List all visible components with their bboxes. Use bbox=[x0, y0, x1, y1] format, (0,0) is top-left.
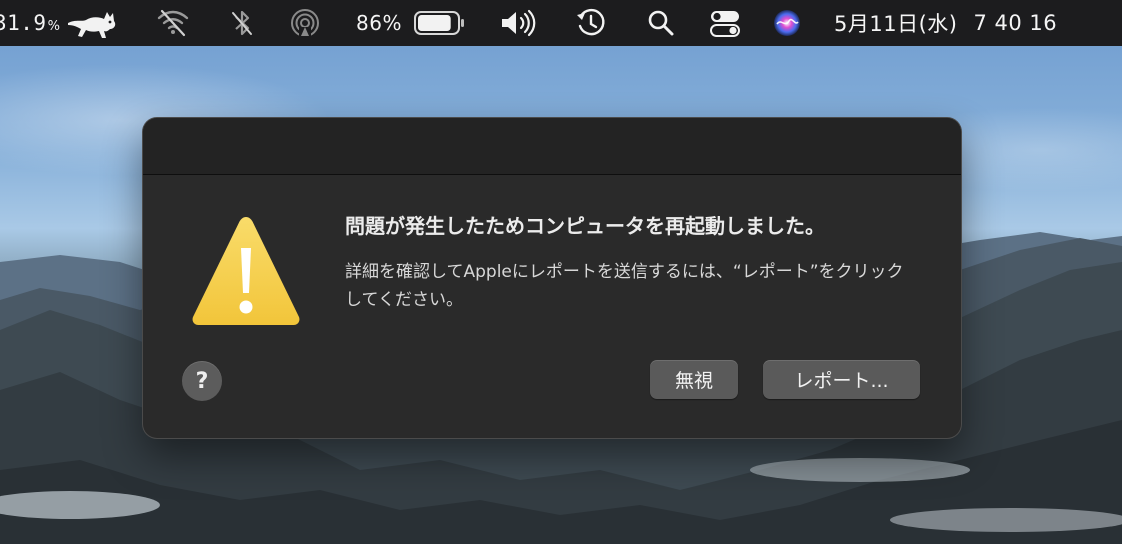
cpu-usage-indicator[interactable]: 31.9 % bbox=[0, 0, 60, 46]
clock-date: 5月11日(水) bbox=[834, 12, 958, 36]
menu-bar-clock[interactable]: 5月11日(水) 7 40 16 bbox=[834, 0, 1057, 46]
dialog-titlebar bbox=[143, 118, 961, 175]
volume-icon[interactable] bbox=[498, 0, 538, 46]
siri-icon[interactable] bbox=[772, 0, 802, 46]
dialog-message: 詳細を確認してAppleにレポートを送信するには、“レポート”をクリックしてくだ… bbox=[345, 262, 904, 310]
report-button[interactable]: レポート... bbox=[763, 360, 920, 399]
runcat-icon[interactable] bbox=[66, 0, 118, 46]
spotlight-search-icon[interactable] bbox=[647, 0, 675, 46]
battery-icon[interactable] bbox=[414, 0, 466, 46]
battery-percentage[interactable]: 86% bbox=[356, 0, 402, 46]
ignore-button[interactable]: 無視 bbox=[650, 360, 738, 399]
cpu-usage-value: 31.9 bbox=[0, 11, 47, 35]
help-button[interactable]: ? bbox=[182, 361, 222, 401]
clock-time: 7 40 16 bbox=[973, 11, 1058, 35]
restart-report-dialog: 問題が発生したためコンピュータを再起動しました。 詳細を確認してAppleにレポ… bbox=[143, 118, 961, 438]
wifi-off-icon[interactable] bbox=[156, 0, 190, 46]
battery-percent-text: 86% bbox=[356, 11, 402, 35]
cpu-usage-unit: % bbox=[47, 18, 61, 34]
dialog-title: 問題が発生したためコンピュータを再起動しました。 bbox=[345, 214, 825, 238]
warning-icon bbox=[192, 217, 300, 325]
airdrop-icon[interactable] bbox=[289, 0, 321, 46]
menu-bar: 31.9 % 86% 5月11日(水) 7 40 16 bbox=[0, 0, 1122, 46]
bluetooth-off-icon[interactable] bbox=[229, 0, 255, 46]
time-machine-icon[interactable] bbox=[575, 0, 607, 46]
control-center-icon[interactable] bbox=[709, 0, 741, 46]
battery-level-fill bbox=[418, 15, 451, 31]
